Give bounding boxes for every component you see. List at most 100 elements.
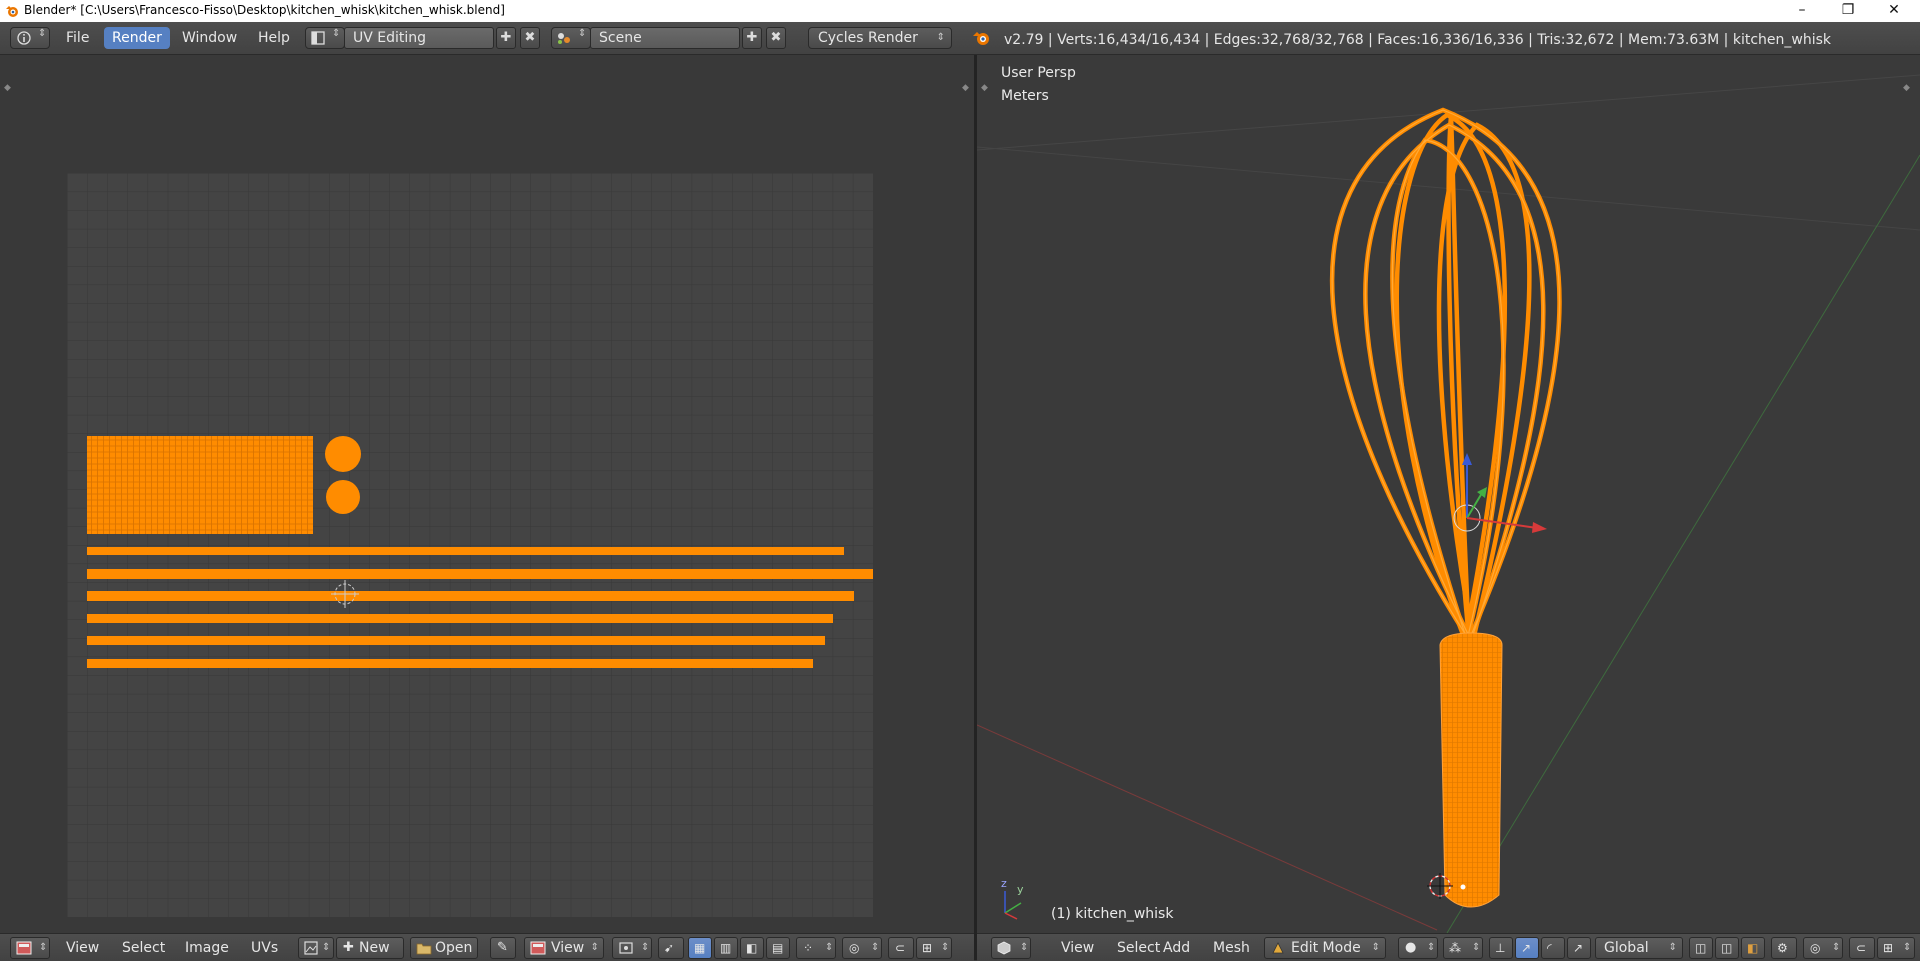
3d-menu-view[interactable]: View bbox=[1057, 937, 1098, 959]
rotate-manipulator-button[interactable]: ◜ bbox=[1541, 937, 1565, 959]
axis-y-label: y bbox=[1017, 883, 1024, 896]
close-icon: ✖ bbox=[524, 30, 536, 45]
select-island-mode-button[interactable]: ▤ bbox=[766, 937, 790, 959]
menu-render[interactable]: Render bbox=[104, 27, 170, 49]
3d-menu-select[interactable]: Select bbox=[1113, 937, 1164, 959]
menu-window[interactable]: Window bbox=[174, 27, 245, 49]
pivot-point-dropdown[interactable]: ⇕ bbox=[612, 937, 652, 959]
vertex-select-icon: ◫ bbox=[1695, 941, 1707, 955]
new-image-button[interactable]: ✚ New bbox=[336, 937, 404, 959]
open-image-label: Open bbox=[435, 940, 473, 956]
restore-button[interactable]: ❐ bbox=[1826, 0, 1870, 22]
vertex-select-button[interactable]: ◫ bbox=[1689, 937, 1713, 959]
updown-arrows-icon: ⇕ bbox=[825, 942, 834, 953]
area-corner-icon[interactable]: ◆ bbox=[4, 83, 14, 93]
uv-island-wire-strip[interactable] bbox=[87, 547, 844, 555]
screen-layout-field[interactable]: UV Editing bbox=[344, 27, 494, 49]
uv-menu-view[interactable]: View bbox=[62, 937, 103, 959]
snap-3d-element-dropdown[interactable]: ⊞ ⇕ bbox=[1877, 937, 1915, 959]
uv-canvas[interactable] bbox=[67, 173, 873, 917]
uv-island-cap-bottom[interactable] bbox=[326, 480, 360, 514]
proportional-edit-3d-dropdown[interactable]: ◎ ⇕ bbox=[1803, 937, 1843, 959]
area-corner-icon[interactable]: ◆ bbox=[962, 83, 972, 93]
uv-island-wire-strip[interactable] bbox=[87, 569, 873, 579]
transform-orientation-dropdown[interactable]: Global ⇕ bbox=[1595, 937, 1683, 959]
pin-icon: ✎ bbox=[497, 940, 508, 955]
window-title: Blender* [C:\Users\Francesco-Fisso\Deskt… bbox=[24, 3, 505, 17]
minimize-button[interactable]: – bbox=[1780, 0, 1824, 22]
interaction-mode-label: Edit Mode bbox=[1291, 940, 1361, 956]
add-scene-button[interactable]: ✚ bbox=[742, 27, 762, 49]
view-mode-dropdown[interactable]: View ⇕ bbox=[524, 937, 604, 959]
updown-arrows-icon: ⇕ bbox=[941, 942, 950, 953]
proportional-edit-icon: ◎ bbox=[1810, 941, 1821, 955]
pin-image-button[interactable]: ✎ bbox=[490, 937, 516, 959]
translate-arrow-icon: ↗ bbox=[1521, 941, 1532, 955]
image-browse-button[interactable]: ⇕ bbox=[298, 937, 334, 959]
add-screen-button[interactable]: ✚ bbox=[496, 27, 516, 49]
info-header: ⇕ File Render Window Help ⇕ UV Editing ✚… bbox=[0, 22, 1920, 55]
editor-type-3d-button[interactable]: ⇕ bbox=[991, 937, 1031, 959]
updown-arrows-icon: ⇕ bbox=[1427, 942, 1436, 953]
render-engine-label: Cycles Render bbox=[818, 30, 918, 46]
vertex-select-icon: ▦ bbox=[694, 941, 706, 955]
uv-island-wire-strip[interactable] bbox=[87, 591, 854, 601]
y-axis-line bbox=[1446, 154, 1920, 933]
face-select-button[interactable]: ◧ bbox=[1741, 937, 1765, 959]
delete-screen-button[interactable]: ✖ bbox=[520, 27, 540, 49]
close-icon: ✖ bbox=[770, 30, 782, 45]
uv-image-editor[interactable]: ◆ ◆ bbox=[0, 55, 974, 933]
proportional-edit-dropdown[interactable]: ◎ ⇕ bbox=[842, 937, 882, 959]
plus-icon: ✚ bbox=[746, 30, 758, 45]
face-select-icon: ◧ bbox=[1747, 941, 1759, 955]
pivot-icon bbox=[619, 942, 633, 954]
screen-layout-browse-button[interactable]: ⇕ bbox=[305, 27, 345, 49]
interaction-mode-dropdown[interactable]: Edit Mode ⇕ bbox=[1264, 937, 1386, 959]
editor-type-uv-button[interactable]: ⇕ bbox=[10, 937, 50, 959]
close-button[interactable]: ✕ bbox=[1872, 0, 1916, 22]
scene-field[interactable]: Scene bbox=[590, 27, 740, 49]
uv-island-handle[interactable] bbox=[87, 436, 313, 534]
snap-3d-toggle-button[interactable]: ⊂ bbox=[1849, 937, 1875, 959]
edge-select-button[interactable]: ◫ bbox=[1715, 937, 1739, 959]
viewport-scene[interactable] bbox=[977, 55, 1920, 933]
updown-arrows-icon: ⇕ bbox=[936, 32, 945, 43]
3d-menu-mesh[interactable]: Mesh bbox=[1209, 937, 1254, 959]
uv-sticky-mode-dropdown[interactable]: ⁘ ⇕ bbox=[796, 937, 836, 959]
uv-menu-select[interactable]: Select bbox=[118, 937, 169, 959]
select-face-mode-button[interactable]: ◧ bbox=[740, 937, 764, 959]
uv-island-cap-top[interactable] bbox=[325, 436, 361, 472]
select-vertex-mode-button[interactable]: ▦ bbox=[688, 937, 712, 959]
menu-help[interactable]: Help bbox=[250, 27, 298, 49]
snap-toggle-button[interactable]: ⊂ bbox=[888, 937, 914, 959]
select-edge-mode-button[interactable]: ▥ bbox=[714, 937, 738, 959]
3d-menu-add[interactable]: Add bbox=[1159, 937, 1194, 959]
uv-menu-image[interactable]: Image bbox=[181, 937, 233, 959]
manipulator-toggle-button[interactable]: ⊥ bbox=[1489, 937, 1513, 959]
whisk-wires[interactable] bbox=[1329, 107, 1562, 643]
sticky-selection-button[interactable]: ➹ bbox=[658, 937, 684, 959]
delete-scene-button[interactable]: ✖ bbox=[766, 27, 786, 49]
scene-browse-button[interactable]: ⇕ bbox=[551, 27, 591, 49]
uv-menu-uvs[interactable]: UVs bbox=[247, 937, 282, 959]
uv-island-wire-strip[interactable] bbox=[87, 614, 833, 623]
axis-z-label: z bbox=[1001, 877, 1007, 890]
scale-manipulator-button[interactable]: ↗ bbox=[1567, 937, 1591, 959]
uv-island-wire-strip[interactable] bbox=[87, 636, 825, 645]
whisk-handle[interactable] bbox=[1439, 632, 1503, 908]
3d-viewport[interactable]: ◆ ◆ User Persp Meters (1) kitchen_whisk bbox=[977, 55, 1920, 933]
viewport-shading-dropdown[interactable]: ● ⇕ bbox=[1398, 937, 1438, 959]
snap-element-dropdown[interactable]: ⊞ ⇕ bbox=[916, 937, 952, 959]
menu-file[interactable]: File bbox=[58, 27, 97, 49]
translate-manipulator-button[interactable]: ↗ bbox=[1515, 937, 1539, 959]
limit-selection-button[interactable]: ⚙ bbox=[1771, 937, 1797, 959]
open-image-button[interactable]: Open bbox=[410, 937, 478, 959]
scene-statistics: v2.79 | Verts:16,434/16,434 | Edges:32,7… bbox=[1004, 32, 1831, 48]
render-engine-dropdown[interactable]: Cycles Render ⇕ bbox=[808, 27, 952, 49]
new-image-label: New bbox=[359, 940, 390, 956]
pivot-point-3d-dropdown[interactable]: ⁂ ⇕ bbox=[1443, 937, 1483, 959]
solid-shading-icon: ● bbox=[1405, 940, 1417, 955]
face-select-icon: ◧ bbox=[746, 941, 758, 955]
editor-type-info-button[interactable]: ⇕ bbox=[10, 27, 50, 49]
uv-island-wire-strip[interactable] bbox=[87, 659, 813, 668]
